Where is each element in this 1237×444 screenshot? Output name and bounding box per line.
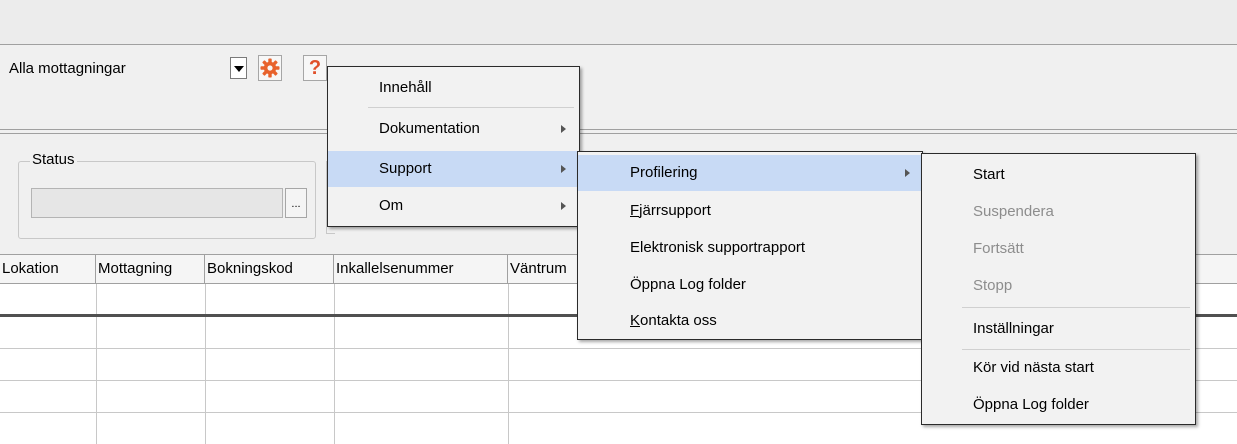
menu-item-label: Support <box>379 160 432 177</box>
menu-item-stopp[interactable]: Stopp <box>922 268 1195 304</box>
support-submenu: Profilering Fjärrsupport Elektronisk sup… <box>577 151 923 340</box>
menu-item-oppna-log-folder[interactable]: Öppna Log folder <box>578 267 922 303</box>
menu-item-kontakta-oss[interactable]: Kontakta oss <box>578 303 922 339</box>
menu-item-kor-vid-nasta-start[interactable]: Kör vid nästa start <box>922 350 1195 386</box>
menu-item-label: Dokumentation <box>379 120 480 137</box>
grid-column-line <box>205 284 206 444</box>
menu-separator <box>962 307 1190 308</box>
menu-item-dokumentation[interactable]: Dokumentation <box>328 111 579 147</box>
submenu-arrow-icon <box>561 202 566 210</box>
menu-item-label: Om <box>379 197 404 214</box>
grid-column-line <box>96 284 97 444</box>
grid-column-line <box>508 284 509 444</box>
gear-icon <box>260 58 280 78</box>
status-field[interactable] <box>31 188 283 218</box>
column-header-inkallelsenummer[interactable]: Inkallelsenummer <box>334 255 508 283</box>
menu-item-suspendera[interactable]: Suspendera <box>922 194 1195 230</box>
access-key: K <box>630 312 641 329</box>
status-browse-button[interactable]: ... <box>285 188 307 218</box>
menu-separator <box>368 107 574 108</box>
access-key: F <box>630 202 640 219</box>
menu-item-fjarrsupport[interactable]: Fjärrsupport <box>578 193 922 229</box>
menu-item-label: järrsupport <box>639 202 711 219</box>
help-button[interactable]: ? <box>303 55 327 81</box>
title-area <box>0 0 1237 45</box>
dropdown-arrow-button[interactable] <box>230 57 247 79</box>
profilering-submenu: Start Suspendera Fortsätt Stopp Inställn… <box>921 153 1196 425</box>
menu-item-support[interactable]: Support <box>328 151 579 187</box>
help-menu: Innehåll Dokumentation Support Om <box>327 66 580 227</box>
menu-item-profilering[interactable]: Profilering <box>578 155 922 191</box>
submenu-arrow-icon <box>905 169 910 177</box>
location-dropdown[interactable]: Alla mottagningar <box>6 54 251 84</box>
status-label: Status <box>30 151 77 168</box>
menu-item-om[interactable]: Om <box>328 188 579 224</box>
menu-item-installningar[interactable]: Inställningar <box>922 311 1195 347</box>
grid-column-line <box>334 284 335 444</box>
menu-item-oppna-log-folder[interactable]: Öppna Log folder <box>922 387 1195 423</box>
column-header-bokningskod[interactable]: Bokningskod <box>205 255 334 283</box>
column-header-vantrum[interactable]: Väntrum <box>508 255 578 283</box>
submenu-arrow-icon <box>561 165 566 173</box>
column-header-mottagning[interactable]: Mottagning <box>96 255 205 283</box>
column-header-lokation[interactable]: Lokation <box>0 255 96 283</box>
submenu-arrow-icon <box>561 125 566 133</box>
menu-item-label: Profilering <box>630 164 698 181</box>
menu-item-innehall[interactable]: Innehåll <box>328 70 579 106</box>
toolbar-separator <box>0 133 1237 134</box>
menu-item-label: ontakta oss <box>640 312 717 329</box>
question-icon: ? <box>308 57 322 79</box>
menu-item-elektronisk-supportrapport[interactable]: Elektronisk supportrapport <box>578 230 922 266</box>
menu-item-fortsatt[interactable]: Fortsätt <box>922 231 1195 267</box>
location-dropdown-value: Alla mottagningar <box>9 60 126 77</box>
menu-item-start[interactable]: Start <box>922 157 1195 193</box>
settings-button[interactable] <box>258 55 282 81</box>
